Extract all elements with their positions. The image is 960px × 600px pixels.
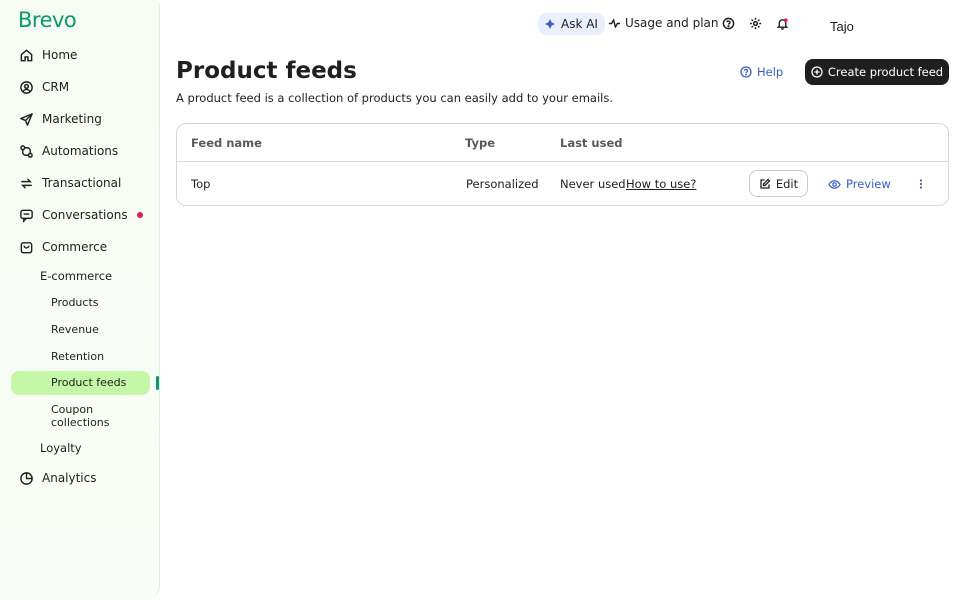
sidebar-item-marketing[interactable]: Marketing [0, 106, 150, 132]
preview-button[interactable]: Preview [828, 177, 891, 191]
edit-button[interactable]: Edit [749, 170, 808, 197]
column-header-feed-name: Feed name [191, 136, 262, 150]
gear-icon[interactable] [749, 17, 762, 30]
chat-icon [18, 207, 34, 223]
page-description: A product feed is a collection of produc… [176, 91, 613, 105]
usage-label: Usage and plan [625, 16, 719, 30]
activity-icon [608, 18, 621, 28]
edit-label: Edit [775, 176, 799, 191]
page-title: Product feeds [176, 58, 357, 84]
sidebar-item-label: Home [42, 48, 78, 62]
sidebar-item-label: Analytics [42, 471, 97, 485]
bell-icon[interactable] [776, 17, 789, 30]
send-icon [18, 111, 34, 127]
sidebar-item-label: Coupon [51, 403, 94, 416]
help-circle-icon [740, 66, 752, 78]
sidebar-item-analytics[interactable]: Analytics [0, 465, 150, 491]
sparkle-icon [545, 19, 555, 29]
home-icon [18, 47, 34, 63]
sidebar-item-label: Marketing [42, 112, 102, 126]
usage-and-plan-link[interactable]: Usage and plan [608, 16, 719, 30]
user-name[interactable]: Tajo [830, 19, 854, 34]
sidebar-item-products[interactable]: Products [51, 296, 99, 309]
column-header-type: Type [465, 136, 496, 150]
ask-ai-button[interactable]: Ask AI [538, 13, 605, 35]
feed-name-cell: Top [191, 177, 211, 191]
sidebar-item-label: Automations [42, 144, 119, 158]
help-label: Help [757, 65, 784, 79]
sidebar-item-transactional[interactable]: Transactional [0, 170, 150, 196]
sidebar-item-home[interactable]: Home [0, 42, 150, 68]
active-indicator [156, 376, 159, 390]
ask-ai-label: Ask AI [561, 17, 598, 31]
last-used-cell: Never used [560, 177, 626, 191]
edit-icon [760, 178, 771, 189]
more-options-icon[interactable] [914, 177, 928, 191]
create-label: Create product feed [827, 65, 944, 79]
bag-icon [18, 239, 34, 255]
help-circle-icon[interactable] [722, 17, 735, 30]
eye-icon [828, 179, 841, 189]
sidebar-item-loyalty[interactable]: Loyalty [40, 441, 82, 455]
transfer-icon [18, 175, 34, 191]
sidebar-item-automations[interactable]: Automations [0, 138, 150, 164]
product-feeds-table: Feed name Type Last used Top Personalize… [176, 123, 949, 206]
preview-label: Preview [846, 177, 891, 191]
sidebar-item-crm[interactable]: CRM [0, 74, 150, 100]
sidebar-item-label: CRM [42, 80, 70, 94]
create-product-feed-button[interactable]: Create product feed [805, 59, 949, 85]
notification-dot [137, 212, 143, 218]
table-header: Feed name Type Last used [177, 124, 948, 162]
contact-icon [18, 79, 34, 95]
brevo-logo[interactable]: Brevo [18, 8, 77, 32]
help-link[interactable]: Help [740, 65, 783, 79]
automation-icon [18, 143, 34, 159]
sidebar-item-revenue[interactable]: Revenue [51, 323, 99, 336]
sidebar-item-label: Transactional [42, 176, 122, 190]
pie-chart-icon [18, 470, 34, 486]
feed-type-cell: Personalized [466, 177, 539, 191]
plus-circle-icon [811, 66, 823, 78]
sidebar-item-conversations[interactable]: Conversations [0, 202, 150, 228]
sidebar-item-commerce[interactable]: Commerce [0, 234, 150, 260]
sidebar-item-ecommerce[interactable]: E-commerce [40, 269, 112, 283]
sidebar-item-label: collections [51, 416, 110, 429]
sidebar-item-retention[interactable]: Retention [51, 350, 104, 363]
sidebar-item-label: Conversations [42, 208, 128, 222]
sidebar-item-coupon-collections[interactable]: Coupon collections [51, 403, 110, 429]
column-header-last-used: Last used [560, 136, 623, 150]
sidebar-item-product-feeds[interactable]: Product feeds [51, 376, 126, 389]
sidebar-item-label: Commerce [42, 240, 108, 254]
how-to-use-link[interactable]: How to use? [626, 177, 696, 191]
sidebar: Brevo Home CRM Marketing Automations Tra… [0, 0, 160, 600]
